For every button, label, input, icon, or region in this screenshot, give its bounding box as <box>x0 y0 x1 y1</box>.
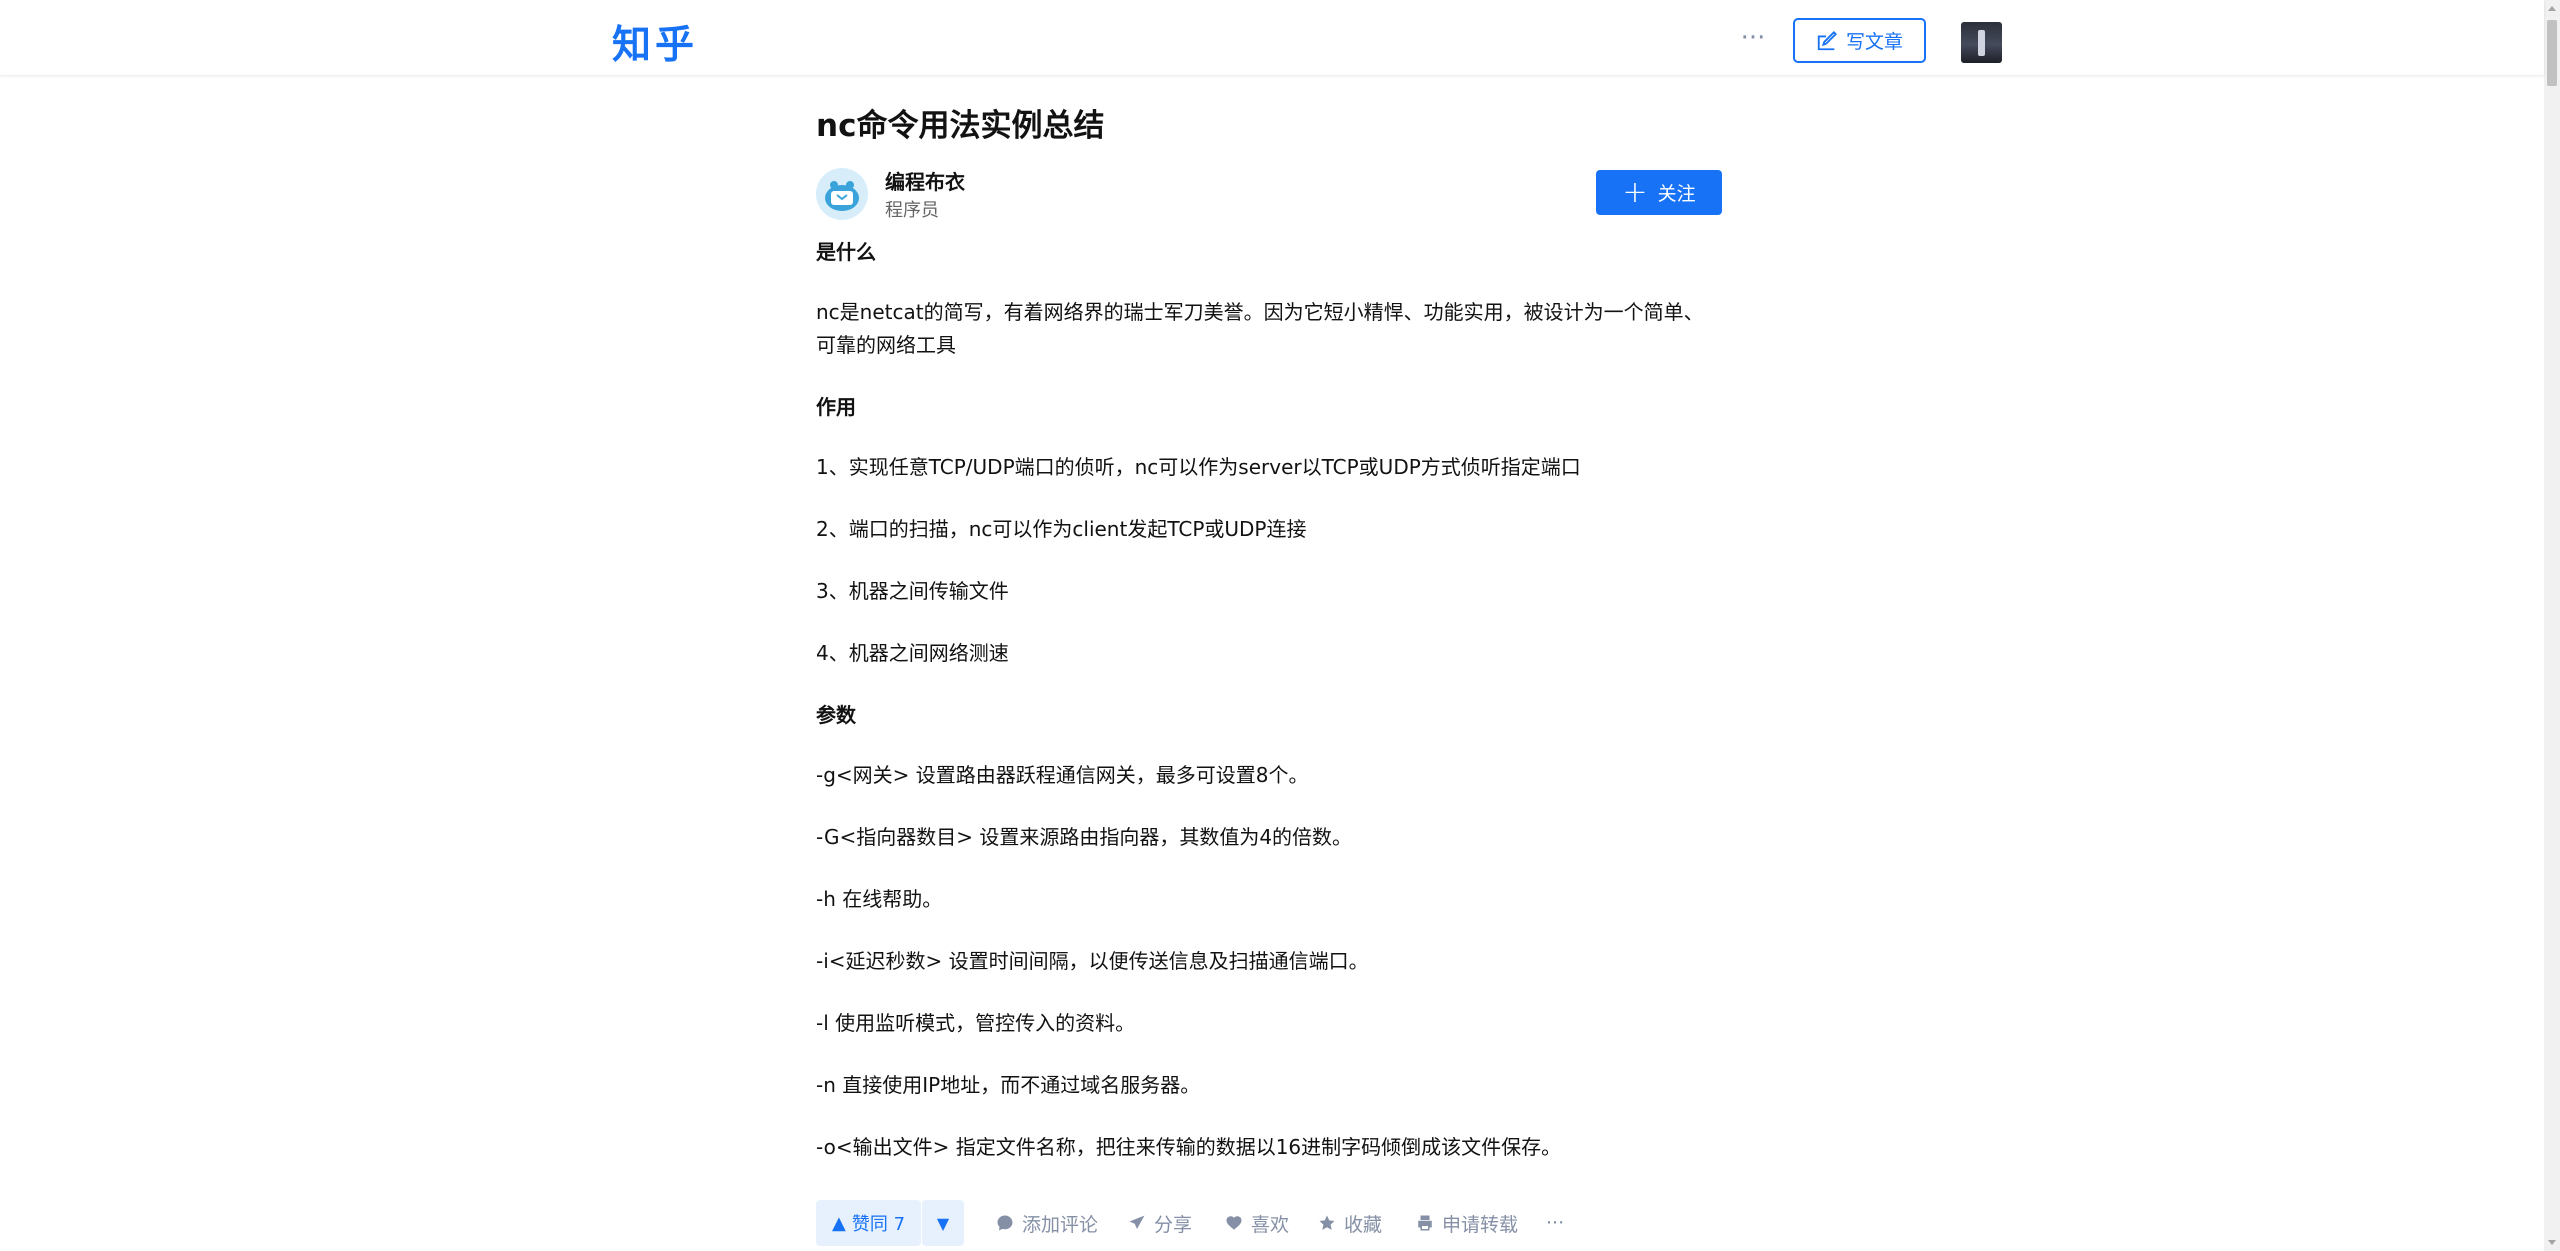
collect-label: 收藏 <box>1344 1210 1382 1237</box>
heart-icon <box>1225 1214 1243 1232</box>
section-title-use: 作用 <box>816 391 1722 423</box>
author-name[interactable]: 编程布衣 <box>885 166 965 195</box>
scroll-up-arrow-icon[interactable] <box>2548 6 2556 11</box>
user-avatar[interactable] <box>1961 22 2002 63</box>
article: nc命令用法实例总结 编程布衣 程序员 + 关注 是什么 nc是netcat的简… <box>816 95 1722 1193</box>
use-item: 3、机器之间传输文件 <box>816 575 1722 608</box>
article-action-bar: ▲ 赞同 7 ▼ 添加评论 分享 喜欢 收藏 申请转载 ··· <box>0 1198 2544 1251</box>
param-item: -G<指向器数目> 设置来源路由指向器，其数值为4的倍数。 <box>816 821 1722 854</box>
star-icon <box>1318 1214 1336 1232</box>
printer-icon <box>1416 1214 1434 1232</box>
param-item: -i<延迟秒数> 设置时间间隔，以便传送信息及扫描通信端口。 <box>816 945 1722 978</box>
author-avatar[interactable] <box>816 168 868 220</box>
like-button[interactable]: 喜欢 <box>1225 1200 1289 1246</box>
author-headline: 程序员 <box>885 196 939 222</box>
param-item: -n 直接使用IP地址，而不通过域名服务器。 <box>816 1069 1722 1102</box>
edit-icon <box>1816 30 1838 52</box>
vote-up-label: 赞同 7 <box>852 1210 905 1236</box>
section-title-what: 是什么 <box>816 236 1722 268</box>
use-item: 2、端口的扫描，nc可以作为client发起TCP或UDP连接 <box>816 513 1722 546</box>
follow-label: 关注 <box>1658 179 1696 206</box>
share-label: 分享 <box>1154 1210 1192 1237</box>
reprint-button[interactable]: 申请转载 <box>1416 1200 1518 1246</box>
more-options-icon[interactable]: ··· <box>1738 18 1768 58</box>
top-navbar: 知乎 ··· 写文章 <box>0 0 2544 75</box>
paragraph-what: nc是netcat的简写，有着网络界的瑞士军刀美誉。因为它短小精悍、功能实用，被… <box>816 296 1722 362</box>
scroll-down-arrow-icon[interactable] <box>2548 1240 2556 1245</box>
plus-icon: + <box>1622 178 1647 208</box>
more-icon: ··· <box>1546 1212 1564 1234</box>
triangle-up-icon: ▲ <box>832 1213 846 1234</box>
vote-down-button[interactable]: ▼ <box>922 1200 964 1246</box>
more-actions-button[interactable]: ··· <box>1546 1200 1564 1246</box>
article-title: nc命令用法实例总结 <box>816 105 1722 148</box>
write-article-button[interactable]: 写文章 <box>1793 18 1926 63</box>
share-button[interactable]: 分享 <box>1128 1200 1192 1246</box>
use-item: 4、机器之间网络测速 <box>816 637 1722 670</box>
comment-label: 添加评论 <box>1022 1210 1098 1237</box>
triangle-down-icon: ▼ <box>937 1214 949 1233</box>
param-item: -h 在线帮助。 <box>816 883 1722 916</box>
param-item: -g<网关> 设置路由器跃程通信网关，最多可设置8个。 <box>816 759 1722 792</box>
follow-button[interactable]: + 关注 <box>1596 170 1722 215</box>
write-article-label: 写文章 <box>1846 27 1903 54</box>
comment-icon <box>996 1214 1014 1232</box>
article-body: 是什么 nc是netcat的简写，有着网络界的瑞士军刀美誉。因为它短小精悍、功能… <box>816 236 1722 1164</box>
param-item: -l 使用监听模式，管控传入的资料。 <box>816 1007 1722 1040</box>
scrollbar-thumb[interactable] <box>2547 20 2557 86</box>
collect-button[interactable]: 收藏 <box>1318 1200 1382 1246</box>
like-label: 喜欢 <box>1251 1210 1289 1237</box>
author-info: 编程布衣 程序员 + 关注 <box>816 166 1722 230</box>
use-item: 1、实现任意TCP/UDP端口的侦听，nc可以作为server以TCP或UDP方… <box>816 451 1722 484</box>
paper-plane-icon <box>1128 1214 1146 1232</box>
param-item: -o<输出文件> 指定文件名称，把往来传输的数据以16进制字码倾倒成该文件保存。 <box>816 1131 1722 1164</box>
zhihu-logo[interactable]: 知乎 <box>612 14 698 70</box>
reprint-label: 申请转载 <box>1442 1210 1518 1237</box>
page-scrollbar[interactable] <box>2544 0 2560 1251</box>
vote-up-button[interactable]: ▲ 赞同 7 <box>816 1200 921 1246</box>
comment-button[interactable]: 添加评论 <box>996 1200 1098 1246</box>
section-title-params: 参数 <box>816 699 1722 731</box>
